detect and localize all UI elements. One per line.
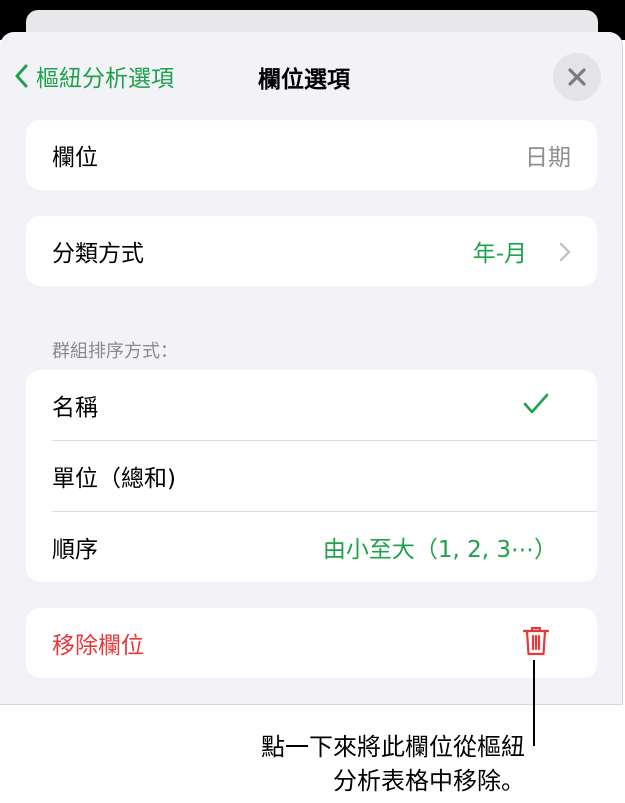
remove-field-card: 移除欄位 xyxy=(26,608,597,678)
sort-order-value: 由小至大（1, 2, 3⋯） xyxy=(322,537,557,563)
sort-option-units[interactable]: 單位（總和) xyxy=(26,441,597,511)
field-options-sheet: 樞紐分析選項 欄位選項 欄位 日期 分類方式 年-月 群組排序方式： 名稱 單位… xyxy=(0,32,623,705)
sort-option-label: 單位（總和) xyxy=(52,466,176,492)
callout-line-2: 分析表格中移除。 xyxy=(333,767,525,795)
close-icon xyxy=(568,68,586,86)
close-button[interactable] xyxy=(553,53,601,101)
remove-field-label: 移除欄位 xyxy=(52,633,144,659)
chevron-right-icon xyxy=(559,242,571,262)
group-by-card: 分類方式 年-月 xyxy=(26,216,597,286)
sort-order-label: 順序 xyxy=(52,537,98,563)
group-by-value: 年-月 xyxy=(472,241,527,267)
field-label: 欄位 xyxy=(52,145,98,171)
trash-icon[interactable] xyxy=(523,625,549,657)
checkmark-icon xyxy=(523,393,549,414)
sort-order-row[interactable]: 順序 由小至大（1, 2, 3⋯） xyxy=(26,512,597,582)
field-value: 日期 xyxy=(525,145,571,171)
callout-line xyxy=(533,660,535,746)
callout-line-1: 點一下來將此欄位從樞紐 xyxy=(261,733,525,761)
back-button[interactable]: 樞紐分析選項 xyxy=(14,58,174,94)
sort-option-name[interactable]: 名稱 xyxy=(26,370,597,440)
sort-option-label: 名稱 xyxy=(52,395,98,421)
sort-section-header: 群組排序方式： xyxy=(52,341,178,362)
callout-text: 點一下來將此欄位從樞紐 分析表格中移除。 xyxy=(261,730,525,798)
remove-field-row[interactable]: 移除欄位 xyxy=(26,608,597,678)
field-row: 欄位 日期 xyxy=(26,120,597,190)
navigation-bar: 樞紐分析選項 欄位選項 xyxy=(0,32,622,116)
field-card: 欄位 日期 xyxy=(26,120,597,190)
group-by-label: 分類方式 xyxy=(52,241,144,267)
page-title: 欄位選項 xyxy=(258,67,350,93)
group-by-row[interactable]: 分類方式 年-月 xyxy=(26,216,597,286)
chevron-left-icon xyxy=(15,64,28,88)
sort-options-card: 名稱 單位（總和) 順序 由小至大（1, 2, 3⋯） xyxy=(26,370,597,582)
back-button-label: 樞紐分析選項 xyxy=(36,66,174,92)
